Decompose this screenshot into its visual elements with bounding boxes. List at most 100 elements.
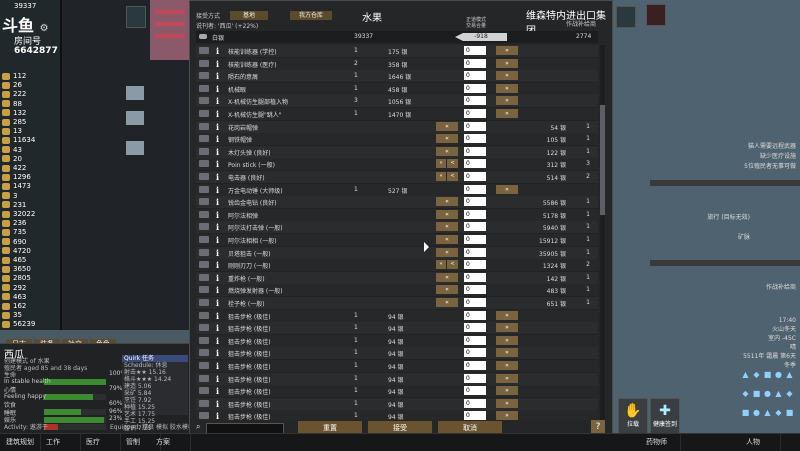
tool-icon[interactable]: ◆ xyxy=(774,408,783,417)
transfer-left-button[interactable]: < xyxy=(447,172,458,181)
transfer-right-button[interactable]: » xyxy=(496,184,518,194)
quantity-input[interactable]: 0 xyxy=(464,235,486,244)
quantity-input[interactable]: 0 xyxy=(464,386,486,396)
gear-icon[interactable]: ⚙ xyxy=(40,23,49,34)
tool-icon[interactable]: ■ xyxy=(741,408,750,417)
quantity-input[interactable]: 0 xyxy=(464,222,486,232)
quantity-input[interactable]: 0 xyxy=(464,172,486,181)
info-icon[interactable]: i xyxy=(216,260,219,270)
quantity-input[interactable]: 0 xyxy=(464,184,486,194)
transfer-left-button[interactable]: < xyxy=(447,260,458,270)
transfer-right-button[interactable]: » xyxy=(496,335,518,345)
info-icon[interactable]: i xyxy=(216,134,219,144)
alert-item[interactable]: 猫人需要远程武器 xyxy=(744,142,796,152)
quantity-input[interactable]: 0 xyxy=(464,197,486,207)
info-icon[interactable]: i xyxy=(216,59,219,69)
menu-medical[interactable]: 医疗 xyxy=(80,434,121,451)
menu-work[interactable]: 工作 xyxy=(40,434,81,451)
transfer-left-button[interactable]: « xyxy=(436,146,458,156)
alert-item[interactable]: 缺少医疗设施 xyxy=(744,152,796,162)
quantity-input[interactable]: 0 xyxy=(464,285,486,295)
info-icon[interactable]: i xyxy=(216,361,219,371)
transfer-all-left-button[interactable]: « xyxy=(436,260,446,270)
info-icon[interactable]: i xyxy=(216,348,219,358)
quantity-input[interactable]: 0 xyxy=(464,348,486,358)
quantity-input[interactable]: 0 xyxy=(464,121,486,131)
machine[interactable] xyxy=(125,85,145,101)
transfer-right-button[interactable]: » xyxy=(496,96,518,106)
tool-icon[interactable]: ● xyxy=(752,408,761,417)
info-icon[interactable]: i xyxy=(216,122,219,132)
tool-icon[interactable]: ■ xyxy=(752,389,761,398)
quantity-input[interactable]: 0 xyxy=(464,46,486,55)
quantity-input[interactable]: 0 xyxy=(464,247,486,257)
transfer-right-button[interactable]: » xyxy=(496,361,518,370)
tool-icon[interactable]: ● xyxy=(763,389,772,398)
quantity-input[interactable]: 0 xyxy=(464,411,486,420)
transfer-right-button[interactable]: » xyxy=(496,398,518,408)
info-icon[interactable]: i xyxy=(216,399,219,409)
quantity-input[interactable]: 0 xyxy=(464,96,486,106)
tool-icon[interactable]: ▲ xyxy=(741,370,750,379)
tool-icon[interactable]: ■ xyxy=(785,408,794,417)
tool-icon[interactable]: ◆ xyxy=(752,370,761,379)
transfer-left-button[interactable]: « xyxy=(436,209,458,219)
quantity-input[interactable]: 0 xyxy=(464,272,486,282)
quantity-input[interactable]: 0 xyxy=(464,310,486,320)
quantity-input[interactable]: 0 xyxy=(464,335,486,345)
info-icon[interactable]: i xyxy=(216,386,219,396)
scrollbar-thumb[interactable] xyxy=(600,105,605,215)
transfer-left-button[interactable]: « xyxy=(436,121,458,131)
base-button[interactable]: 基地 xyxy=(230,11,268,20)
info-icon[interactable]: i xyxy=(216,46,219,56)
colonist-portrait[interactable] xyxy=(616,6,636,28)
quantity-input[interactable]: 0 xyxy=(464,159,486,169)
transfer-right-button[interactable]: » xyxy=(496,58,518,68)
info-icon[interactable]: i xyxy=(216,222,219,232)
info-icon[interactable]: i xyxy=(216,109,219,119)
transfer-all-left-button[interactable]: « xyxy=(436,159,446,169)
haul-button[interactable]: ✋ 拉载 xyxy=(618,398,648,434)
info-icon[interactable]: i xyxy=(216,336,219,346)
info-icon[interactable]: i xyxy=(216,172,219,182)
transfer-right-button[interactable]: » xyxy=(496,323,518,333)
machine[interactable] xyxy=(125,140,145,156)
scrollbar[interactable] xyxy=(600,45,605,420)
transfer-right-button[interactable]: » xyxy=(496,109,518,118)
transfer-right-button[interactable]: » xyxy=(496,373,518,383)
transfer-left-button[interactable]: « xyxy=(436,272,458,282)
info-icon[interactable]: i xyxy=(216,197,219,207)
info-icon[interactable]: i xyxy=(216,411,219,420)
alert-item[interactable]: 5位殖民者无事可做 xyxy=(744,162,796,172)
info-icon[interactable]: i xyxy=(216,285,219,295)
menu-people[interactable]: 人物 xyxy=(740,434,781,451)
info-icon[interactable]: i xyxy=(216,96,219,106)
quantity-input[interactable]: 0 xyxy=(464,373,486,383)
quantity-input[interactable]: 0 xyxy=(464,58,486,68)
transfer-right-button[interactable]: » xyxy=(496,71,518,81)
quantity-input[interactable]: 0 xyxy=(464,298,486,307)
transfer-right-button[interactable]: » xyxy=(496,386,518,396)
quantity-input[interactable]: 0 xyxy=(464,109,486,118)
tool-icon[interactable]: ▲ xyxy=(774,389,783,398)
tool-icon[interactable]: ◆ xyxy=(785,389,794,398)
info-icon[interactable]: i xyxy=(216,273,219,283)
warehouse-button[interactable]: 我方仓库 xyxy=(290,11,332,20)
transfer-right-button[interactable]: » xyxy=(496,310,518,320)
colonist-portrait[interactable] xyxy=(126,6,146,28)
quantity-input[interactable]: 0 xyxy=(464,398,486,408)
info-icon[interactable]: i xyxy=(216,210,219,220)
info-icon[interactable]: i xyxy=(216,71,219,81)
health-button[interactable]: ✚ 健康签到 xyxy=(650,398,680,434)
transfer-left-button[interactable]: « xyxy=(436,197,458,207)
colonist-portrait[interactable] xyxy=(646,4,666,26)
info-icon[interactable]: i xyxy=(216,298,219,308)
quantity-input[interactable]: 0 xyxy=(464,209,486,219)
menu-drugs[interactable]: 药物师 xyxy=(640,434,681,451)
info-icon[interactable]: i xyxy=(216,374,219,384)
transfer-right-button[interactable]: » xyxy=(496,46,518,55)
transfer-all-left-button[interactable]: « xyxy=(436,172,446,181)
transfer-left-button[interactable]: < xyxy=(447,159,458,169)
info-icon[interactable]: i xyxy=(216,147,219,157)
info-icon[interactable]: i xyxy=(216,159,219,169)
